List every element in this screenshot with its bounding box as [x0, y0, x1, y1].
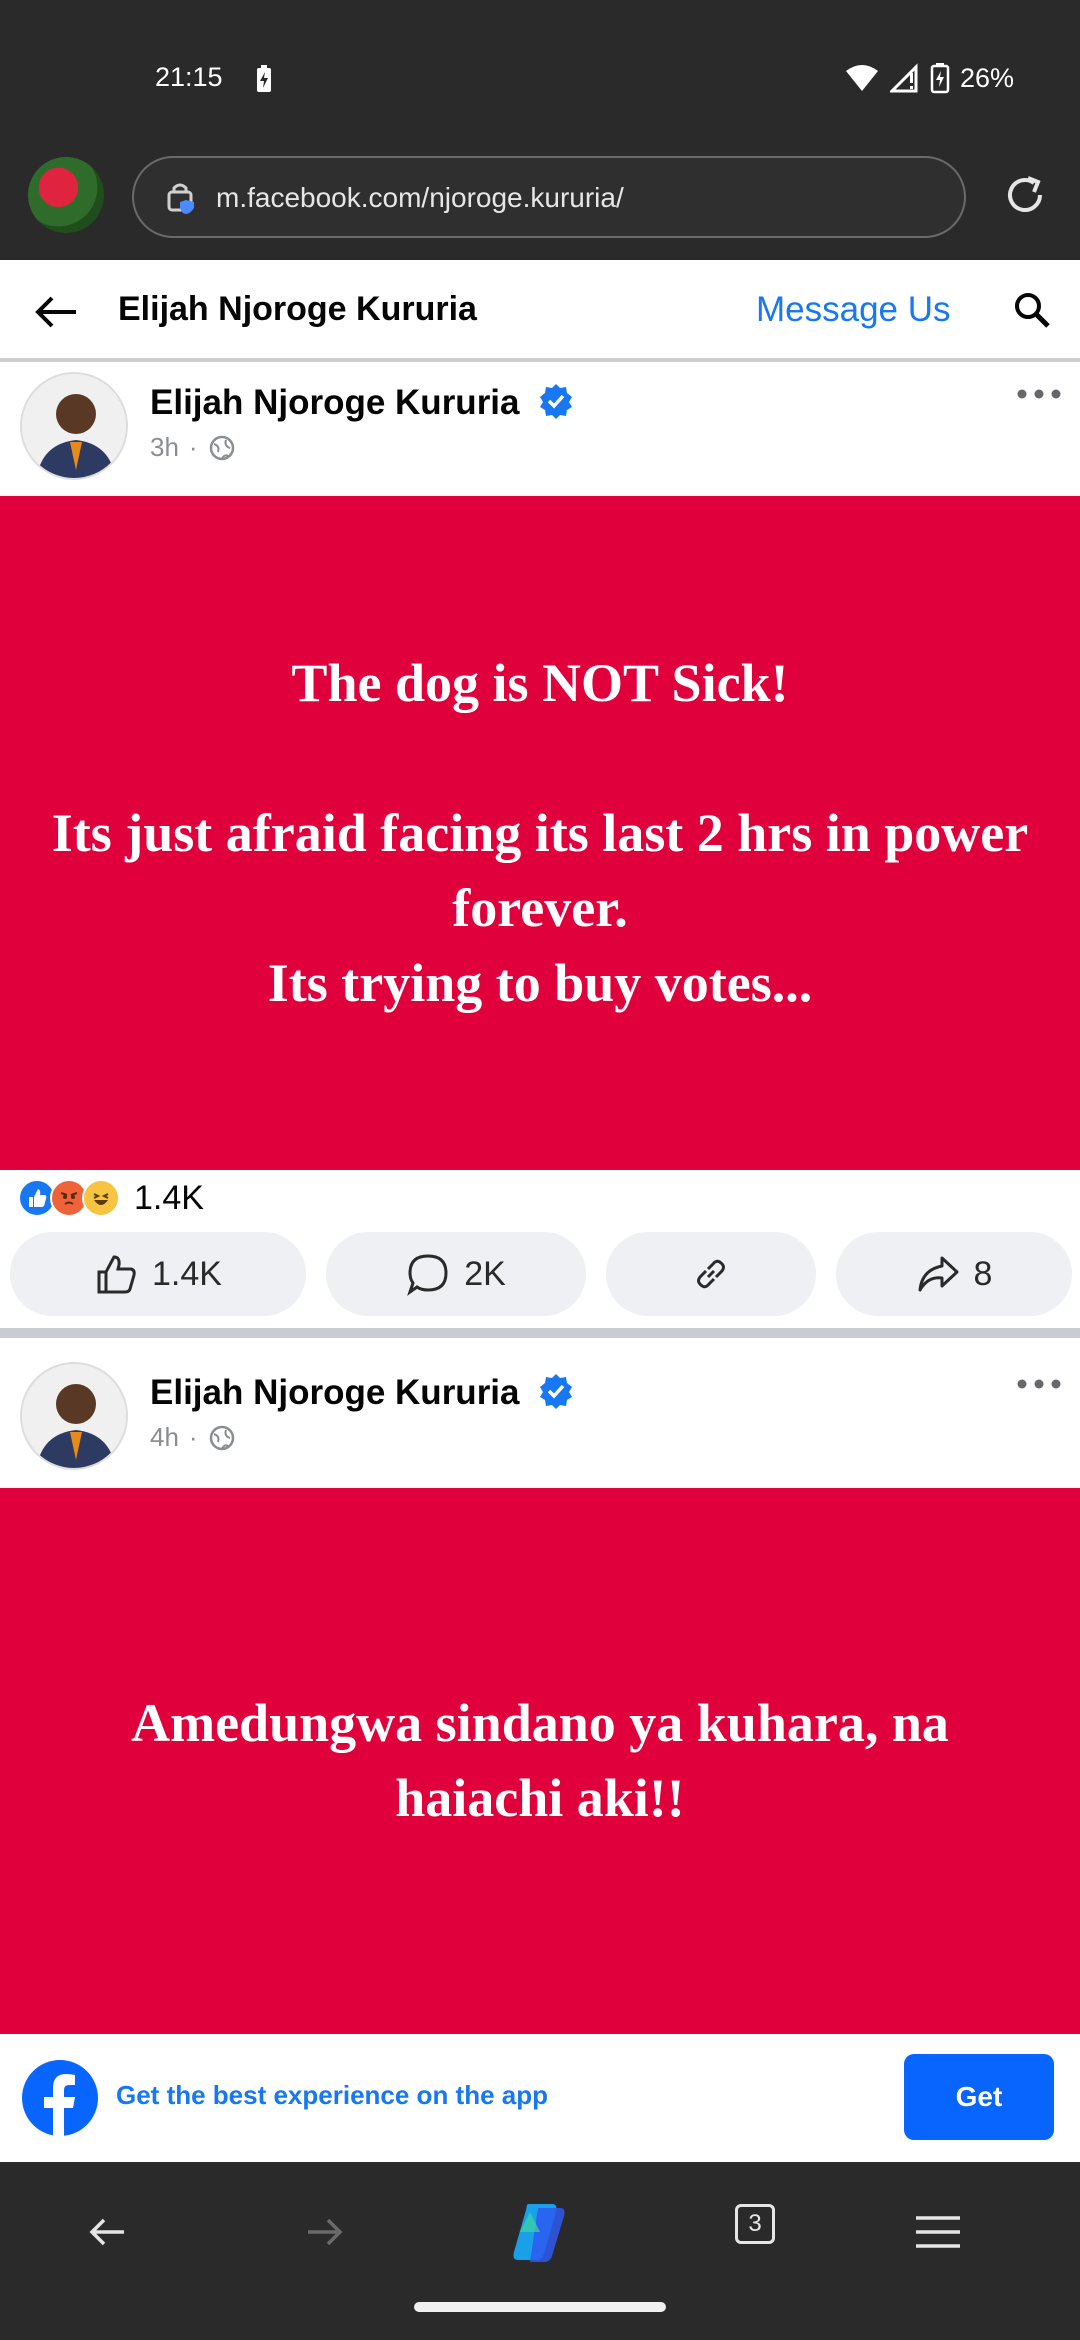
home-indicator[interactable] [414, 2302, 666, 2312]
thumbs-up-icon [97, 1255, 136, 1294]
haha-reaction-icon [82, 1179, 120, 1217]
reload-icon[interactable] [1000, 170, 1050, 220]
browser-bottom-nav: 3 [0, 2162, 1080, 2340]
comment-icon [407, 1254, 448, 1296]
post-line: Its just afraid facing its last 2 hrs in… [51, 802, 1029, 938]
reactions-summary[interactable]: 1.4K [18, 1176, 418, 1220]
message-us-button[interactable]: Message Us [756, 290, 951, 330]
status-icons: 26% [844, 62, 1014, 94]
page-header: Elijah Njoroge Kururia Message Us [0, 260, 1080, 362]
like-count: 1.4K [152, 1254, 222, 1293]
signal-icon [889, 63, 918, 93]
status-bar: 21:15 26% [0, 0, 1080, 150]
post-line: The dog is NOT Sick! [291, 652, 789, 713]
charging-icon [257, 65, 271, 92]
author-name-row[interactable]: Elijah Njoroge Kururia [150, 382, 575, 423]
meta-separator: · [188, 1422, 198, 1452]
status-time: 21:15 [155, 62, 223, 92]
more-options-icon[interactable] [1016, 386, 1062, 402]
verified-badge-icon [540, 384, 573, 419]
site-info-icon[interactable] [164, 180, 200, 216]
get-app-button[interactable]: Get [904, 2054, 1054, 2140]
browser-profile-avatar[interactable] [28, 157, 104, 233]
post-header: Elijah Njoroge Kururia 3h · [0, 366, 1080, 496]
search-icon[interactable] [1012, 290, 1052, 330]
author-name[interactable]: Elijah Njoroge Kururia [150, 1373, 520, 1412]
copilot-icon[interactable] [500, 2192, 580, 2272]
forward-icon[interactable] [294, 2202, 354, 2262]
browser-toolbar: m.facebook.com/njoroge.kururia/ [0, 150, 1080, 260]
author-avatar[interactable] [20, 372, 128, 480]
back-arrow-icon[interactable] [32, 288, 80, 336]
menu-icon[interactable] [908, 2202, 968, 2262]
copy-link-button[interactable] [606, 1232, 816, 1316]
link-icon [697, 1259, 725, 1289]
author-name-row[interactable]: Elijah Njoroge Kururia [150, 1372, 575, 1413]
post-meta: 3h · [150, 432, 236, 463]
share-arrow-icon [918, 1256, 959, 1292]
back-icon[interactable] [78, 2202, 138, 2262]
post-line-blank [0, 721, 1080, 796]
globe-icon [209, 1425, 234, 1450]
post-time[interactable]: 3h [150, 432, 179, 463]
post-time[interactable]: 4h [150, 1422, 179, 1453]
verified-badge-icon [540, 1374, 573, 1409]
post-text: Amedungwa sindano ya kuhara, na haiachi … [0, 1686, 1080, 1836]
post-line: Amedungwa sindano ya kuhara, na haiachi … [131, 1693, 949, 1828]
meta-separator: · [188, 432, 198, 462]
post-text: The dog is NOT Sick! Its just afraid fac… [0, 646, 1080, 1021]
post-header: Elijah Njoroge Kururia 4h · [0, 1356, 1080, 1486]
wifi-icon [845, 65, 878, 91]
author-name[interactable]: Elijah Njoroge Kururia [150, 383, 520, 422]
share-count: 8 [973, 1254, 993, 1293]
url-text[interactable]: m.facebook.com/njoroge.kururia/ [216, 182, 624, 214]
post-meta: 4h · [150, 1422, 236, 1453]
reaction-count[interactable]: 1.4K [134, 1179, 204, 1218]
app-install-banner: Get the best experience on the app Get [0, 2034, 1080, 2162]
globe-icon [209, 435, 234, 460]
share-button[interactable]: 8 [836, 1232, 1072, 1316]
post-text-background[interactable]: The dog is NOT Sick! Its just afraid fac… [0, 496, 1080, 1170]
post-actions: 1.4K 2K 8 [0, 1232, 1080, 1320]
address-bar[interactable]: m.facebook.com/njoroge.kururia/ [132, 156, 966, 238]
banner-text[interactable]: Get the best experience on the app [116, 2080, 548, 2111]
page-title: Elijah Njoroge Kururia [118, 290, 477, 328]
battery-percent: 26% [959, 62, 1014, 93]
tab-switcher-button[interactable]: 3 [735, 2204, 775, 2244]
author-avatar[interactable] [20, 1362, 128, 1470]
more-options-icon[interactable] [1016, 1376, 1062, 1392]
facebook-logo-icon [22, 2060, 98, 2136]
battery-icon [930, 63, 950, 94]
post-line: Its trying to buy votes... [267, 952, 813, 1013]
comment-button[interactable]: 2K [326, 1232, 586, 1316]
post-text-background[interactable]: Amedungwa sindano ya kuhara, na haiachi … [0, 1488, 1080, 2034]
post-divider [0, 1328, 1080, 1338]
comment-count: 2K [464, 1254, 506, 1293]
like-button[interactable]: 1.4K [10, 1232, 306, 1316]
